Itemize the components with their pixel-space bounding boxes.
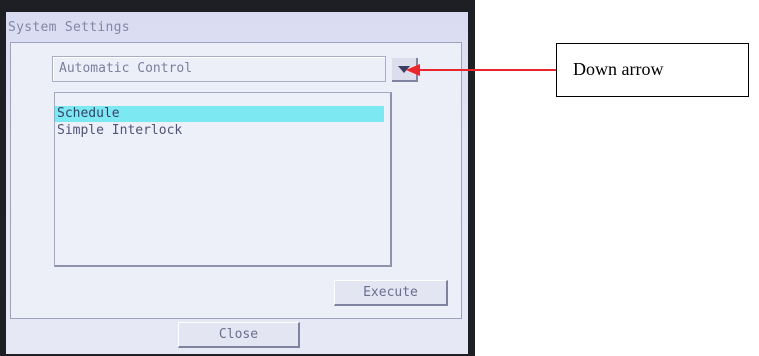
annotation-callout: Down arrow (556, 43, 749, 97)
annotation-label: Down arrow (573, 59, 664, 79)
